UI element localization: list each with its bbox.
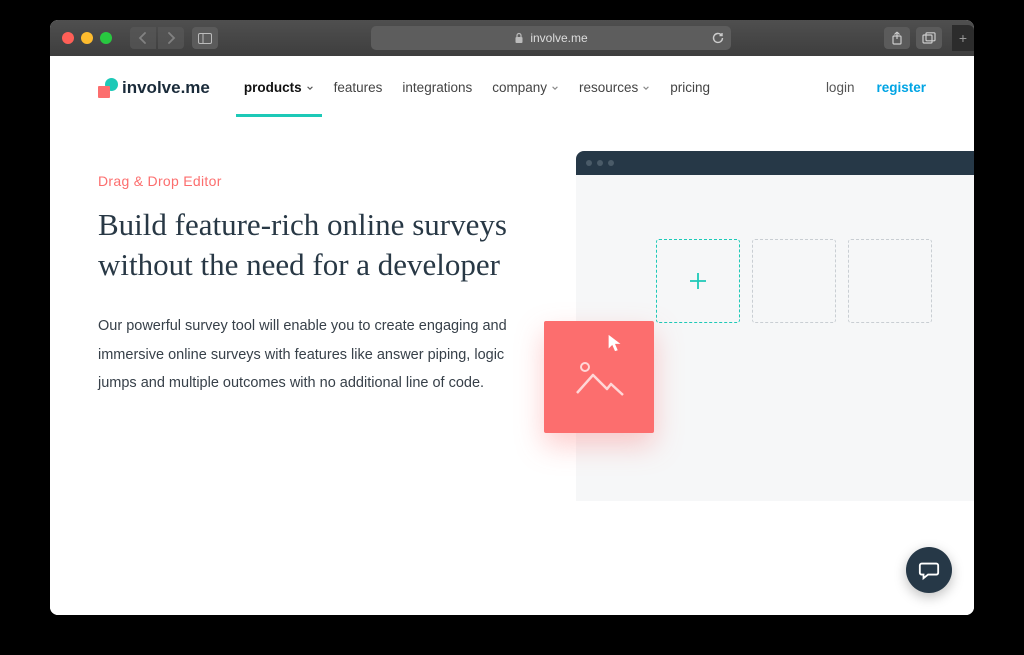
tabs-overview-button[interactable]: [916, 27, 942, 49]
tabs-icon: [922, 32, 936, 44]
close-window-button[interactable]: [62, 32, 74, 44]
nav-pricing-label: pricing: [670, 80, 710, 95]
nav-products[interactable]: products: [244, 74, 314, 101]
hero-copy: Drag & Drop Editor Build feature-rich on…: [98, 173, 528, 397]
hero-illustration: [558, 173, 974, 397]
nav-company[interactable]: company: [492, 74, 559, 101]
nav-features-label: features: [334, 80, 383, 95]
nav-history-group: [130, 27, 184, 49]
login-link[interactable]: login: [826, 80, 855, 95]
chevron-down-icon: [306, 84, 314, 92]
fullscreen-window-button[interactable]: [100, 32, 112, 44]
hero-section: Drag & Drop Editor Build feature-rich on…: [50, 113, 974, 397]
reload-icon[interactable]: [711, 31, 725, 45]
chevron-down-icon: [551, 84, 559, 92]
back-button[interactable]: [130, 27, 156, 49]
page-content: involve.me products features integration…: [50, 56, 974, 615]
logo-text: involve.me: [122, 78, 210, 98]
nav-resources[interactable]: resources: [579, 74, 650, 101]
share-button[interactable]: [884, 27, 910, 49]
forward-button[interactable]: [158, 27, 184, 49]
drop-slot-empty: [752, 239, 836, 323]
drop-slot-row: [656, 239, 932, 323]
cursor-icon: [606, 333, 624, 353]
address-bar[interactable]: involve.me: [371, 26, 731, 50]
window-controls: [62, 32, 112, 44]
site-header: involve.me products features integration…: [50, 56, 974, 113]
lock-icon: [514, 32, 524, 44]
safari-window: involve.me + involve.me: [50, 20, 974, 615]
nav-pricing[interactable]: pricing: [670, 74, 710, 101]
hero-eyebrow: Drag & Drop Editor: [98, 173, 528, 189]
nav-integrations-label: integrations: [402, 80, 472, 95]
sidebar-toggle-button[interactable]: [192, 27, 218, 49]
plus-icon: [687, 270, 709, 292]
share-icon: [891, 31, 903, 45]
auth-links: login register: [826, 80, 926, 95]
hero-title: Build feature-rich online surveys withou…: [98, 205, 528, 284]
browser-right-buttons: +: [884, 25, 962, 51]
logo-mark-icon: [98, 78, 118, 98]
mockup-titlebar: [576, 151, 974, 175]
url-text: involve.me: [530, 31, 587, 45]
chevron-down-icon: [642, 84, 650, 92]
nav-resources-label: resources: [579, 80, 638, 95]
chevron-right-icon: [166, 32, 176, 44]
drop-slot-empty: [848, 239, 932, 323]
image-icon: [573, 357, 625, 397]
nav-features[interactable]: features: [334, 74, 383, 101]
chat-icon: [918, 559, 940, 581]
plus-icon: +: [959, 30, 967, 46]
dragging-image-card: [544, 321, 654, 433]
address-bar-container: involve.me: [226, 26, 876, 50]
site-logo[interactable]: involve.me: [98, 78, 210, 98]
minimize-window-button[interactable]: [81, 32, 93, 44]
sidebar-icon: [198, 33, 212, 44]
primary-nav: products features integrations company r…: [244, 74, 710, 101]
chat-widget-button[interactable]: [906, 547, 952, 593]
browser-chrome: involve.me +: [50, 20, 974, 56]
chevron-left-icon: [138, 32, 148, 44]
drop-slot-active: [656, 239, 740, 323]
nav-company-label: company: [492, 80, 547, 95]
register-link[interactable]: register: [876, 80, 926, 95]
nav-integrations[interactable]: integrations: [402, 74, 472, 101]
hero-body: Our powerful survey tool will enable you…: [98, 312, 528, 397]
nav-products-label: products: [244, 80, 302, 95]
new-tab-button[interactable]: +: [952, 25, 974, 51]
